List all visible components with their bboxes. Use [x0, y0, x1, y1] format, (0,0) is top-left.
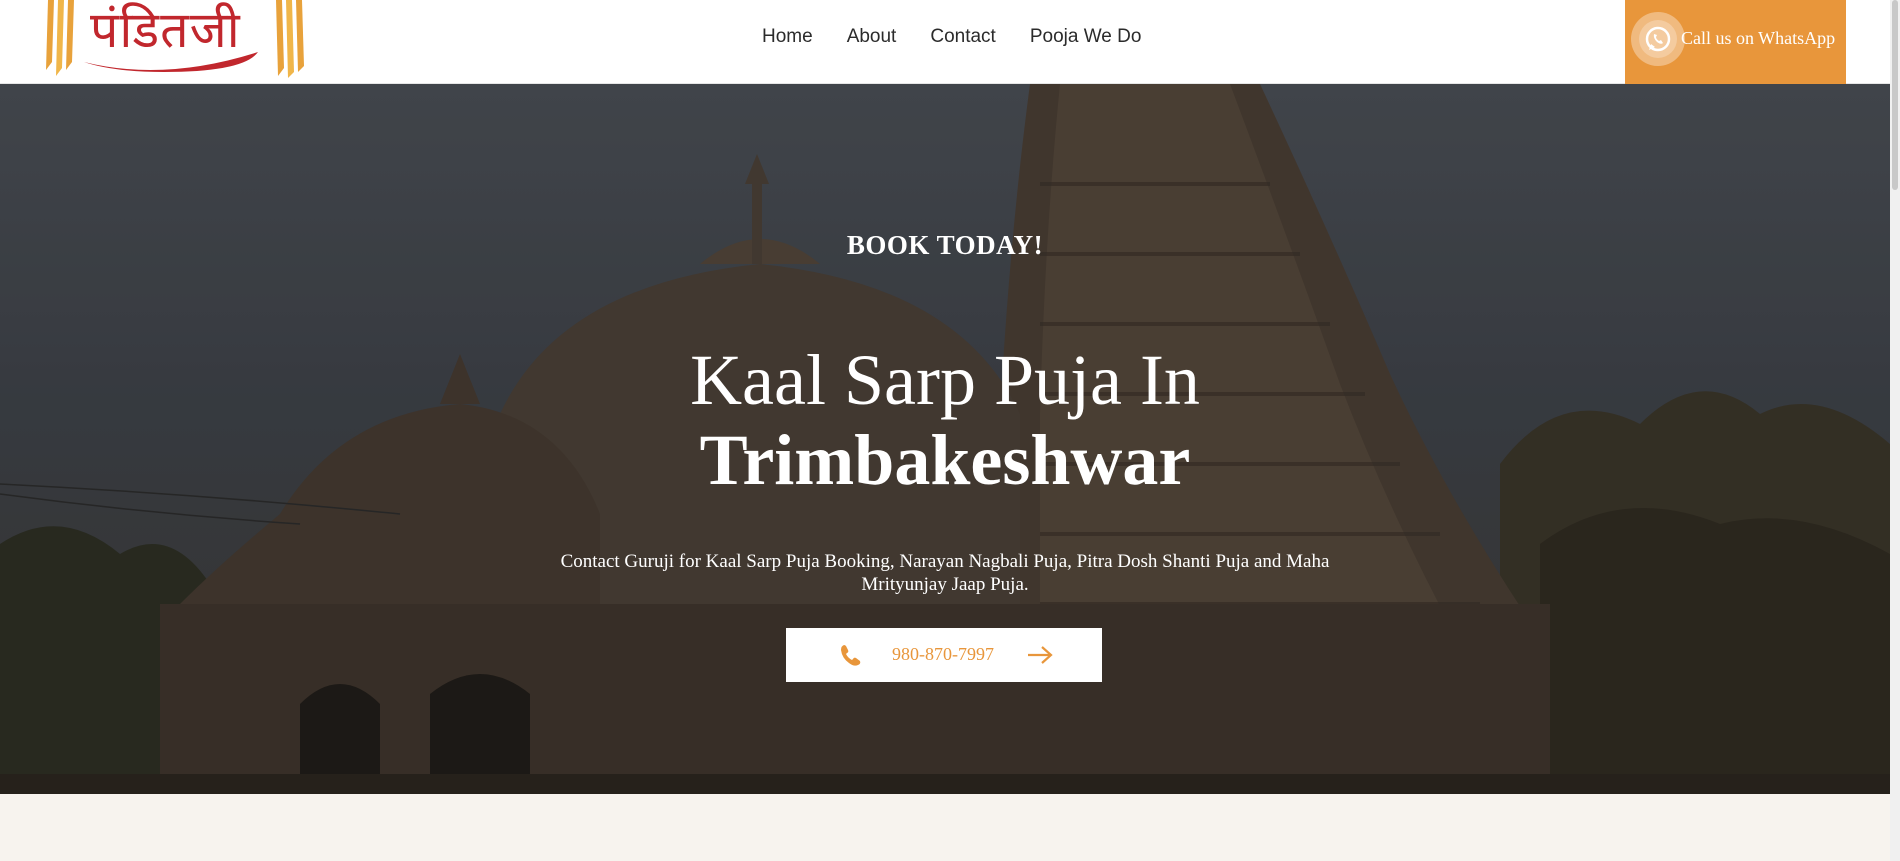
whatsapp-icon-ring [1631, 12, 1685, 66]
nav-item-about[interactable]: About [847, 26, 897, 48]
main-nav: Home About Contact Pooja We Do [762, 26, 1175, 48]
arrow-right-icon [1028, 646, 1053, 664]
phone-icon [841, 645, 861, 666]
hero-title-line1: Kaal Sarp Puja In [690, 340, 1200, 420]
scrollbar-thumb[interactable] [1892, 0, 1898, 190]
whatsapp-icon [1645, 26, 1671, 52]
nav-item-pooja-we-do[interactable]: Pooja We Do [1030, 26, 1142, 48]
hero-section: BOOK TODAY! Kaal Sarp Puja In Trimbakesh… [0, 84, 1890, 794]
phone-number: 980-870-7997 [892, 644, 994, 664]
nav-item-contact[interactable]: Contact [930, 26, 995, 48]
site-header: पंडितजी Home About Contact Pooja We Do C… [0, 0, 1890, 84]
call-phone-button[interactable]: 980-870-7997 [786, 628, 1102, 682]
logo-text: पंडितजी [90, 1, 241, 59]
page-scrollbar[interactable] [1890, 0, 1900, 861]
nav-item-home[interactable]: Home [762, 26, 813, 48]
hero-eyebrow: BOOK TODAY! [846, 230, 1044, 260]
site-logo[interactable]: पंडितजी [44, 0, 304, 80]
hero-title-line2: Trimbakeshwar [699, 420, 1191, 500]
whatsapp-button[interactable]: Call us on WhatsApp [1625, 0, 1846, 84]
whatsapp-label: Call us on WhatsApp [1681, 28, 1836, 48]
hero-subtitle: Contact Guruji for Kaal Sarp Puja Bookin… [560, 551, 1330, 595]
